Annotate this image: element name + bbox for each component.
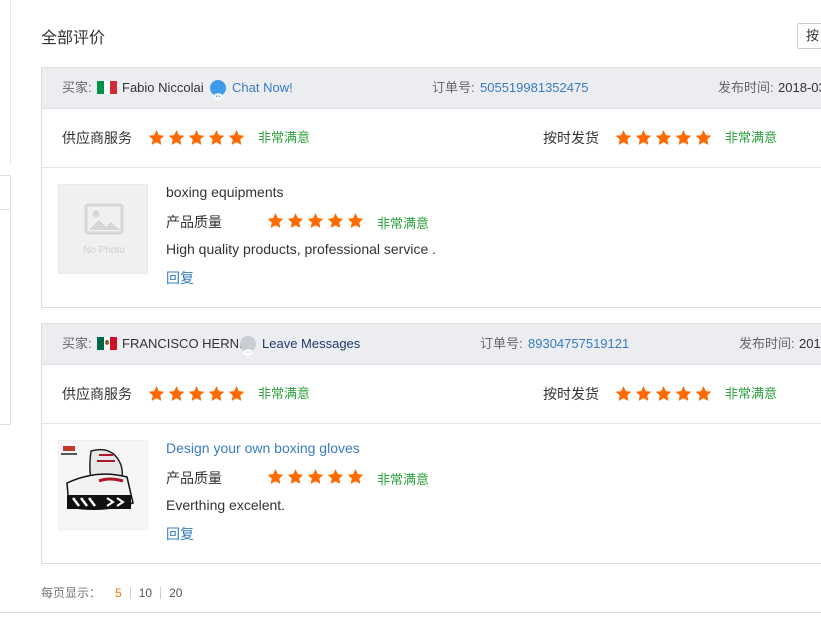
reply-link[interactable]: 回复 bbox=[166, 524, 194, 544]
reply-link[interactable]: 回复 bbox=[166, 268, 194, 288]
supplier-service-text: 非常满意 bbox=[258, 386, 311, 401]
delivery-label: 按时发货 bbox=[543, 130, 599, 146]
product-quality-text: 非常满意 bbox=[377, 216, 430, 231]
order-number-link[interactable]: 505519981352475 bbox=[480, 68, 588, 108]
star-icon bbox=[228, 130, 245, 145]
published-time-label: 发布时间: bbox=[739, 336, 795, 351]
boxing-gloves-photo[interactable] bbox=[58, 440, 148, 530]
star-icon bbox=[148, 130, 165, 145]
supplier-service-stars bbox=[147, 129, 247, 147]
page-size-selector: 每页显示： 5 10 20 bbox=[41, 584, 190, 601]
star-icon bbox=[287, 213, 304, 228]
delivery-text: 非常满意 bbox=[725, 386, 778, 401]
chat-now-link[interactable]: Chat Now! bbox=[232, 68, 293, 108]
leave-messages-link[interactable]: Leave Messages bbox=[262, 324, 360, 364]
mexico-flag-icon bbox=[97, 337, 118, 350]
order-number-label: 订单号: bbox=[432, 80, 475, 95]
star-icon bbox=[327, 469, 344, 484]
order-number-link[interactable]: 89304757519121 bbox=[528, 324, 629, 364]
italy-flag-icon bbox=[97, 81, 118, 94]
message-icon[interactable] bbox=[240, 336, 256, 356]
bottom-divider bbox=[0, 612, 821, 613]
no-photo-text: No Photo bbox=[83, 245, 125, 256]
service-ratings-row: 供应商服务 非常满意 按时发货 非常满意 bbox=[42, 109, 821, 168]
buyer-label: 买家: bbox=[62, 80, 92, 95]
star-icon bbox=[267, 469, 284, 484]
star-icon bbox=[228, 386, 245, 401]
buyer-label: 买家: bbox=[62, 336, 92, 351]
review-header: 买家: FRANCISCO HERN... Leave Messages 订单号… bbox=[42, 324, 821, 365]
star-icon bbox=[168, 130, 185, 145]
product-title: boxing equipments bbox=[166, 184, 284, 200]
page-size-option-5[interactable]: 5 bbox=[107, 586, 130, 600]
supplier-service-label: 供应商服务 bbox=[62, 130, 132, 146]
page-size-option-10[interactable]: 10 bbox=[131, 586, 160, 600]
star-icon bbox=[695, 130, 712, 145]
star-icon bbox=[267, 213, 284, 228]
star-icon bbox=[675, 130, 692, 145]
review-header: 买家: Fabio Niccolai Chat Now! 订单号: 505519… bbox=[42, 68, 821, 109]
published-time: 201 bbox=[799, 336, 821, 351]
product-quality-text: 非常满意 bbox=[377, 472, 430, 487]
review-comment: High quality products, professional serv… bbox=[166, 241, 437, 257]
supplier-service-stars bbox=[147, 385, 247, 403]
delivery-text: 非常满意 bbox=[725, 130, 778, 145]
delivery-label: 按时发货 bbox=[543, 386, 599, 402]
product-quality-label: 产品质量 bbox=[166, 470, 222, 486]
star-icon bbox=[655, 386, 672, 401]
order-number-label: 订单号: bbox=[480, 336, 523, 351]
service-ratings-row: 供应商服务 非常满意 按时发货 非常满意 bbox=[42, 365, 821, 424]
page-size-label: 每页显示： bbox=[41, 586, 102, 600]
star-icon bbox=[635, 386, 652, 401]
left-panel-edge bbox=[0, 0, 11, 164]
supplier-service-label: 供应商服务 bbox=[62, 386, 132, 402]
star-icon bbox=[208, 386, 225, 401]
star-icon bbox=[615, 386, 632, 401]
star-icon bbox=[695, 386, 712, 401]
star-icon bbox=[635, 130, 652, 145]
star-icon bbox=[287, 469, 304, 484]
star-icon bbox=[188, 386, 205, 401]
star-icon bbox=[327, 213, 344, 228]
star-icon bbox=[188, 130, 205, 145]
delivery-stars bbox=[614, 385, 714, 403]
buyer-name: Fabio Niccolai bbox=[122, 80, 204, 95]
sort-dropdown[interactable]: 按 bbox=[797, 23, 821, 49]
product-quality-stars bbox=[266, 212, 366, 230]
page-size-option-20[interactable]: 20 bbox=[161, 586, 190, 600]
review-body: Design your own boxing gloves 产品质量 非常满意 … bbox=[42, 424, 821, 564]
buyer-name: FRANCISCO HERN... bbox=[122, 336, 250, 351]
review-comment: Everthing excelent. bbox=[166, 497, 286, 513]
star-icon bbox=[615, 130, 632, 145]
delivery-stars bbox=[614, 129, 714, 147]
no-photo-placeholder[interactable]: No Photo bbox=[58, 184, 148, 274]
published-time: 2018-03 bbox=[778, 80, 821, 95]
star-icon bbox=[168, 386, 185, 401]
review-body: No Photo boxing equipments 产品质量 非常满意 Hig… bbox=[42, 168, 821, 308]
star-icon bbox=[307, 469, 324, 484]
product-quality-label: 产品质量 bbox=[166, 214, 222, 230]
star-icon bbox=[675, 386, 692, 401]
product-title-link[interactable]: Design your own boxing gloves bbox=[166, 440, 360, 456]
chat-icon[interactable] bbox=[210, 80, 226, 100]
left-filter-box-edge bbox=[0, 175, 11, 425]
review-card: 买家: Fabio Niccolai Chat Now! 订单号: 505519… bbox=[41, 67, 821, 308]
star-icon bbox=[148, 386, 165, 401]
product-quality-stars bbox=[266, 468, 366, 486]
review-card: 买家: FRANCISCO HERN... Leave Messages 订单号… bbox=[41, 323, 821, 564]
published-time-label: 发布时间: bbox=[718, 80, 774, 95]
star-icon bbox=[347, 213, 364, 228]
star-icon bbox=[347, 469, 364, 484]
star-icon bbox=[655, 130, 672, 145]
supplier-service-text: 非常满意 bbox=[258, 130, 311, 145]
page-title: 全部评价 bbox=[41, 30, 106, 47]
star-icon bbox=[307, 213, 324, 228]
star-icon bbox=[208, 130, 225, 145]
